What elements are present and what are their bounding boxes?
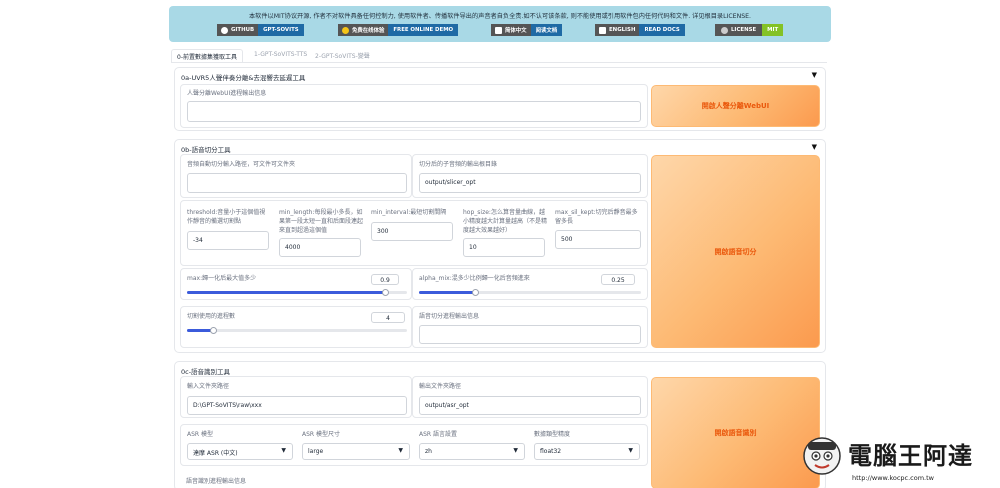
max-slider-box: max:歸一化后最大值多少 0.9 — [180, 268, 412, 300]
asr-options-row: ASR 模型 達摩 ASR (中文) ▼ ASR 模型尺寸 large ▼ ASR … — [180, 424, 648, 466]
uvr-output-box: 人聲分離WebUI進程輸出信息 — [180, 84, 648, 128]
threshold-field[interactable]: -34 — [187, 231, 269, 250]
alpha-slider-fill — [419, 291, 475, 294]
chevron-down-icon: ▼ — [398, 447, 403, 454]
asr-lang-label: ASR 語言設置 — [419, 431, 457, 438]
alpha-slider-box: alpha_mix:混多少比例歸一化后音頻進來 0.25 — [412, 268, 648, 300]
docs-zh-badge[interactable]: 简体中文 阅读文档 — [491, 24, 563, 36]
asr-size-label: ASR 模型尺寸 — [302, 431, 340, 438]
github-badge[interactable]: GITHUB GPT-SOVITS — [217, 24, 304, 36]
max-sil-kept-field[interactable]: 500 — [555, 230, 641, 249]
watermark-url: http://www.kocpc.com.tw — [852, 474, 934, 482]
tab-dataset-tools[interactable]: 0-前置數據集獲取工具 — [171, 49, 243, 63]
slicer-input-box: 音頻自動切分輸入路徑，可文件可文件夾 — [180, 154, 412, 198]
alpha-label: alpha_mix:混多少比例歸一化后音頻進來 — [419, 275, 530, 282]
open-uvr-button[interactable]: 開啟人聲分離WebUI — [651, 85, 820, 127]
collapse-icon[interactable]: ▼ — [812, 71, 817, 79]
asr-model-label: ASR 模型 — [187, 431, 213, 438]
asr-dtype-label: 數據類型精度 — [534, 431, 571, 438]
asr-input-box: 輸入文件夾路徑 D:\GPT-SoVITS\raw\xxx — [180, 376, 412, 418]
asr-input-label: 輸入文件夾路徑 — [187, 383, 230, 390]
threshold-label: threshold:音量小于這個值視作靜音的備選切割點 — [187, 209, 266, 225]
chevron-down-icon: ▼ — [513, 447, 518, 454]
min-length-field[interactable]: 4000 — [279, 238, 361, 257]
processes-label: 切割使用的進程數 — [187, 313, 236, 320]
alpha-value[interactable]: 0.25 — [601, 274, 635, 285]
asr-section: 0c-語音識別工具 輸入文件夾路徑 D:\GPT-SoVITS\raw\xxx … — [174, 361, 826, 488]
tab-divider — [171, 62, 827, 63]
slicer-output-box: 切分后的子音頻的輸出根目錄 output/slicer_opt — [412, 154, 648, 198]
min-interval-label: min_interval:最短切割間隔 — [371, 209, 447, 216]
license-icon — [721, 26, 728, 34]
alpha-slider-handle[interactable] — [472, 289, 479, 296]
uvr-output-label: 人聲分離WebUI進程輸出信息 — [187, 90, 267, 97]
license-banner: 本软件以MIT协议开源, 作者不对软件具备任何控制力, 使用软件者、传播软件导出… — [169, 6, 831, 42]
open-asr-button[interactable]: 開啟語音識別 — [651, 377, 820, 488]
asr-dtype-select[interactable]: float32 ▼ — [534, 443, 640, 460]
slicer-info-box: 語音切分進程輸出信息 — [412, 306, 648, 348]
slicer-info-label: 語音切分進程輸出信息 — [419, 313, 480, 320]
tab-tts[interactable]: 1-GPT-SoVITS-TTS — [254, 51, 307, 58]
docs-en-badge[interactable]: ENGLISH READ DOCS — [595, 24, 685, 36]
asr-output-field[interactable]: output/asr_opt — [419, 396, 641, 415]
asr-info-label: 語音識別進程輸出信息 — [186, 478, 247, 485]
online-demo-badge[interactable]: 免费在线体验 FREE ONLINE DEMO — [338, 24, 459, 36]
max-slider-fill — [187, 291, 385, 294]
github-icon — [221, 26, 228, 34]
max-label: max:歸一化后最大值多少 — [187, 275, 257, 282]
processes-slider-handle[interactable] — [210, 327, 217, 334]
watermark-title: 電腦王阿達 — [848, 442, 973, 470]
slicer-output-label: 切分后的子音頻的輸出根目錄 — [419, 161, 498, 168]
section-title: 0c-語音識別工具 — [181, 368, 231, 376]
hop-size-field[interactable]: 10 — [463, 238, 545, 257]
slicer-section: 0b-語音切分工具 ▼ 音頻自動切分輸入路徑，可文件可文件夾 切分后的子音頻的輸… — [174, 139, 826, 353]
max-value[interactable]: 0.9 — [371, 274, 399, 285]
license-badge[interactable]: LICENSE MIT — [715, 24, 784, 36]
slicer-input-label: 音頻自動切分輸入路徑，可文件可文件夾 — [187, 161, 296, 168]
uvr-section: 0a-UVR5人聲伴奏分離&去混響去延遲工具 ▼ 人聲分離WebUI進程輸出信息… — [174, 67, 826, 131]
slicer-input-field[interactable] — [187, 173, 407, 193]
slicer-params-row: threshold:音量小于這個值視作靜音的備選切割點 -34 min_leng… — [180, 200, 648, 266]
asr-input-field[interactable]: D:\GPT-SoVITS\raw\xxx — [187, 396, 407, 415]
asr-lang-select[interactable]: zh ▼ — [419, 443, 525, 460]
min-length-label: min_length:每段最小多長，如果第一段太短一直和后面段連起來直到超過這個… — [279, 209, 364, 234]
min-interval-field[interactable]: 300 — [371, 222, 453, 241]
chevron-down-icon: ▼ — [628, 447, 633, 454]
section-title: 0b-語音切分工具 — [181, 146, 231, 154]
asr-output-box: 輸出文件夾路徑 output/asr_opt — [412, 376, 648, 418]
license-notice: 本软件以MIT协议开源, 作者不对软件具备任何控制力, 使用软件者、传播软件导出… — [248, 13, 752, 20]
doc-icon — [495, 26, 502, 34]
face-icon — [342, 26, 349, 34]
chevron-down-icon: ▼ — [281, 447, 286, 454]
open-slicer-button[interactable]: 開啟語音切分 — [651, 155, 820, 348]
asr-size-select[interactable]: large ▼ — [302, 443, 410, 460]
processes-slider-track[interactable] — [187, 329, 407, 332]
doc-icon — [599, 26, 606, 34]
max-sil-kept-label: max_sil_kept:切完后靜音最多留多長 — [555, 209, 638, 225]
section-title: 0a-UVR5人聲伴奏分離&去混響去延遲工具 — [181, 74, 306, 82]
tab-voice-change[interactable]: 2-GPT-SoVITS-變聲 — [315, 51, 370, 60]
slicer-output-field[interactable]: output/slicer_opt — [419, 173, 641, 193]
uvr-output-field[interactable] — [187, 101, 641, 122]
hop-size-label: hop_size:怎么算音量曲線，越小精度越大計算量越高（不是精度越大效果越好） — [463, 209, 548, 234]
processes-value[interactable]: 4 — [371, 312, 405, 323]
max-slider-handle[interactable] — [382, 289, 389, 296]
asr-model-select[interactable]: 達摩 ASR (中文) ▼ — [187, 443, 293, 460]
mascot-logo — [803, 437, 841, 475]
processes-slider-box: 切割使用的進程數 4 — [180, 306, 412, 348]
slicer-info-field[interactable] — [419, 325, 641, 344]
collapse-icon[interactable]: ▼ — [812, 143, 817, 151]
asr-output-label: 輸出文件夾路徑 — [419, 383, 462, 390]
